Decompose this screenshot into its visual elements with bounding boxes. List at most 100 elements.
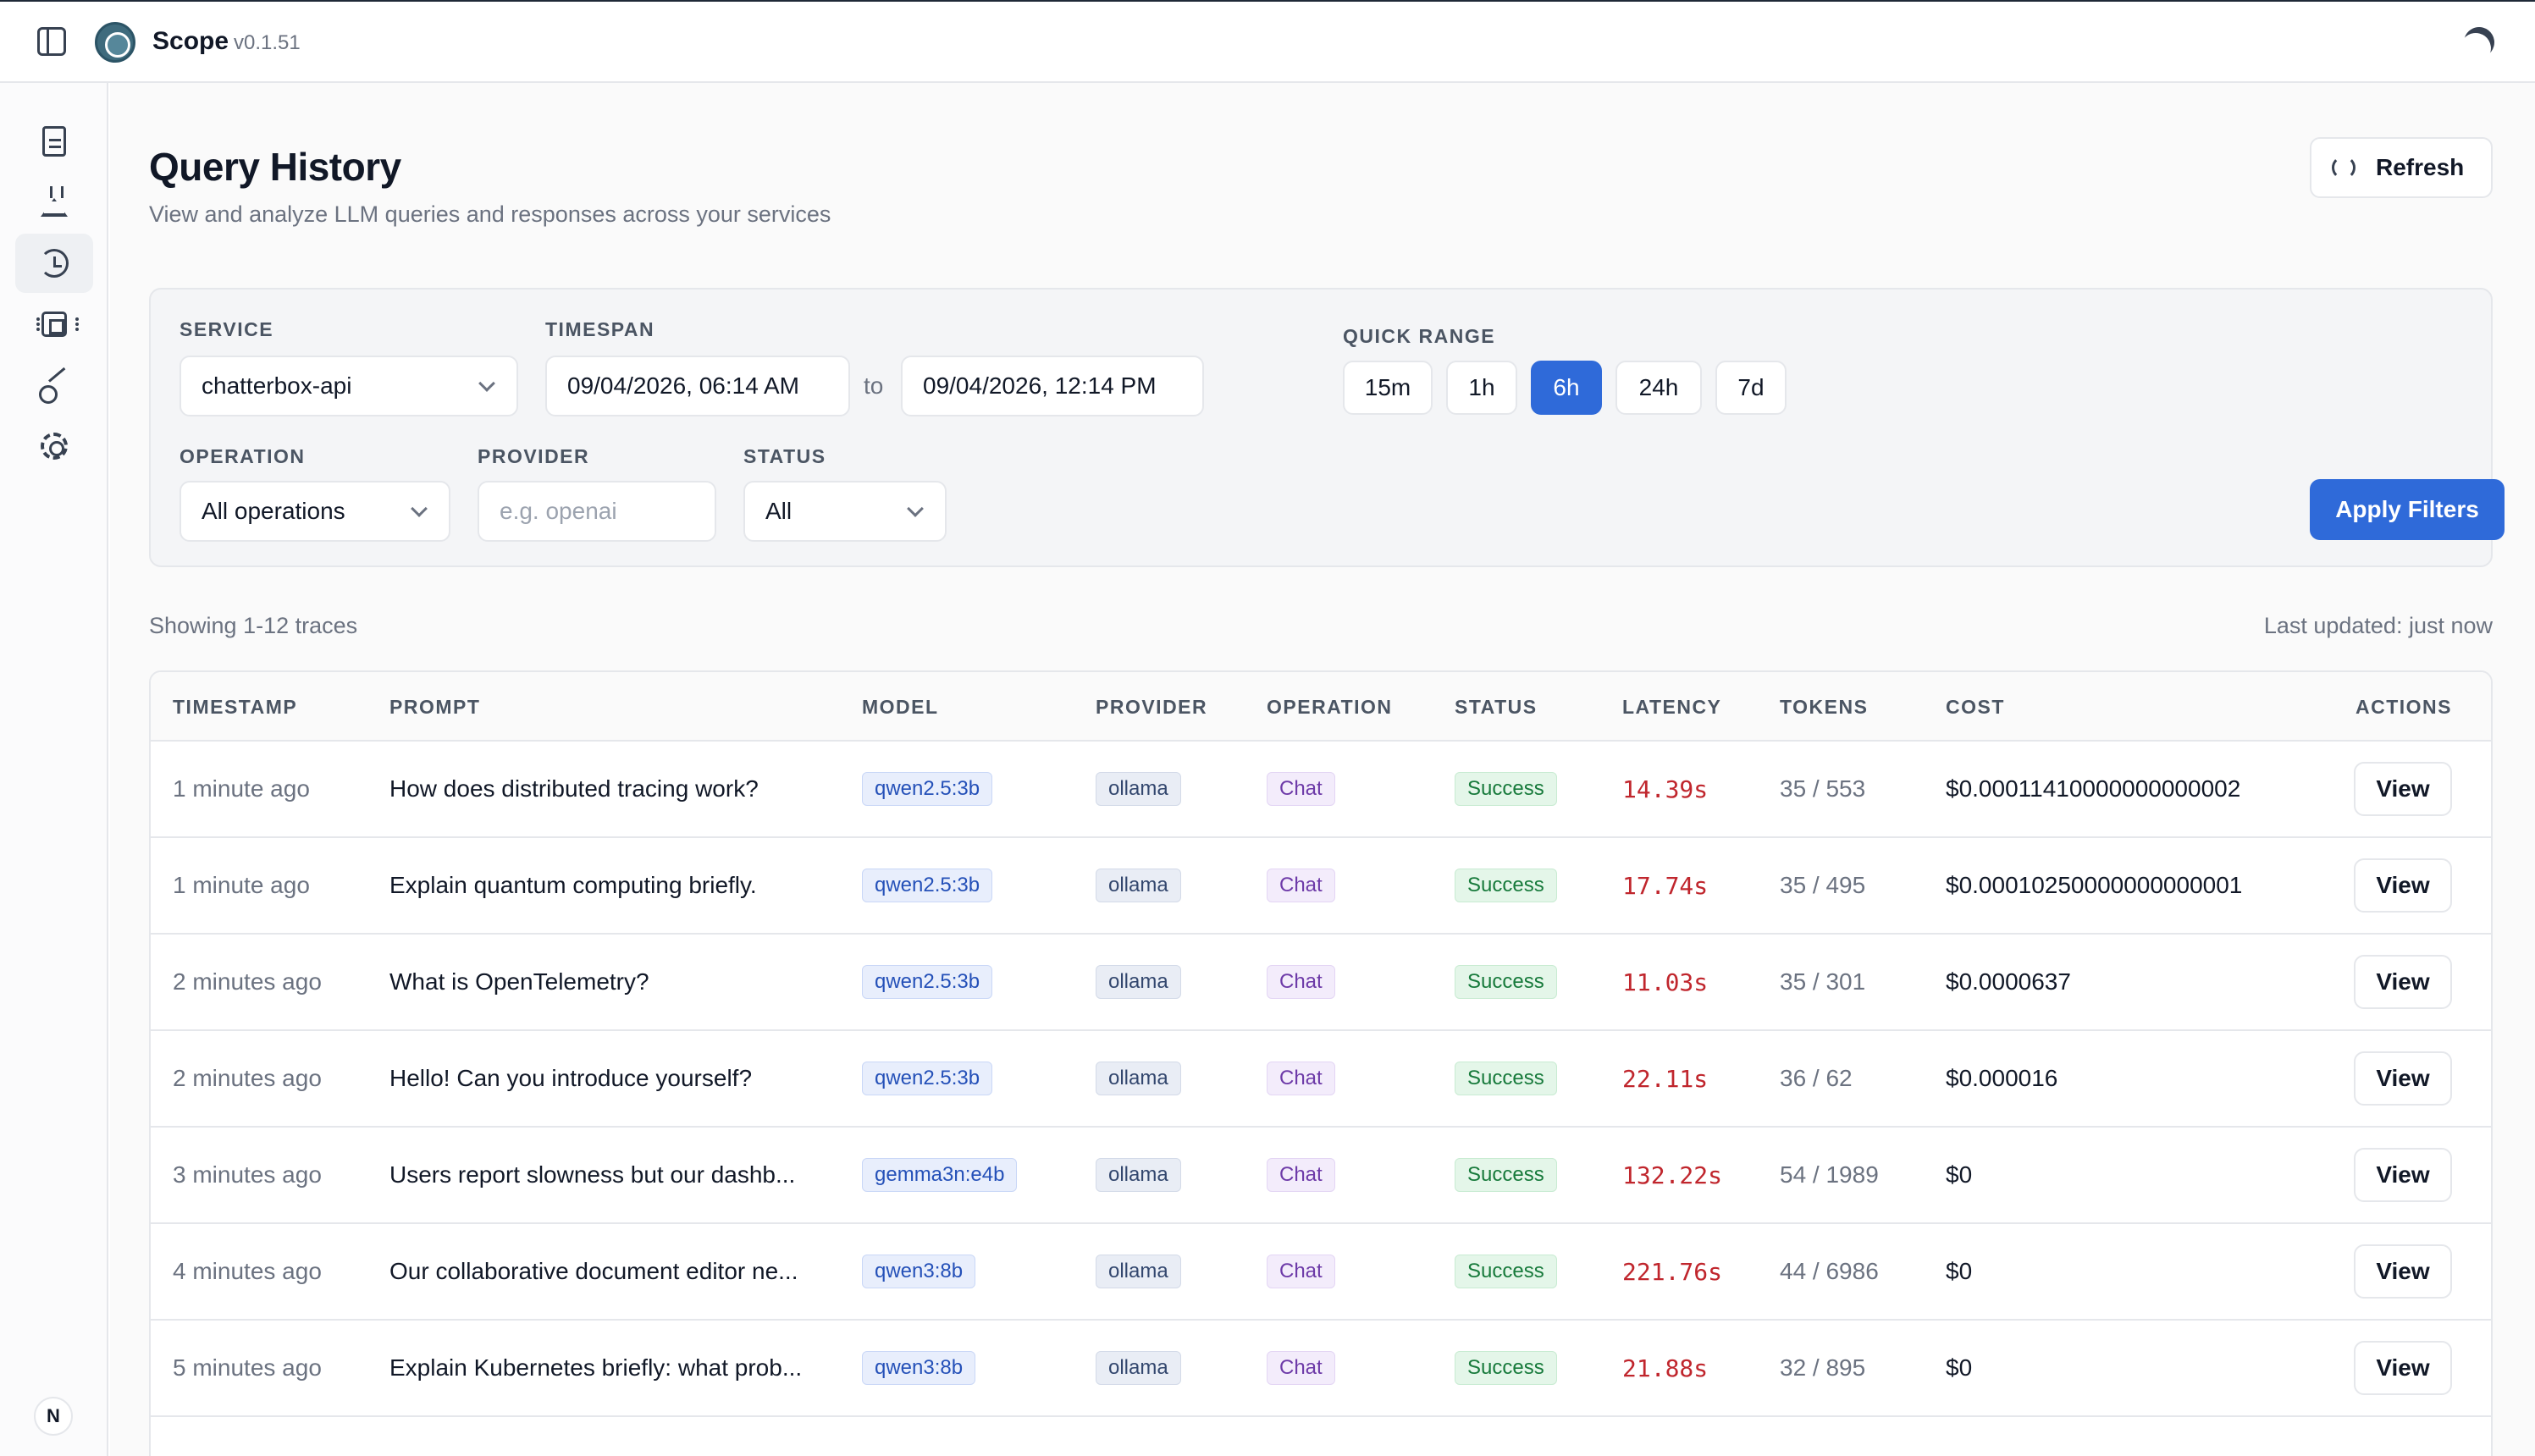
timespan-to-input[interactable]: 09/04/2026, 12:14 PM [901,356,1204,416]
nav-item-keys[interactable] [15,356,93,415]
quick-range-24h-label: 24h [1638,374,1679,400]
nav-item-playground[interactable] [15,173,93,232]
table-row[interactable]: 1 minute ago How does distributed tracing… [151,742,2491,838]
nav-item-history[interactable] [15,234,93,293]
page-subtitle: View and analyze LLM queries and respons… [149,201,831,227]
th-prompt[interactable]: PROMPT [389,696,480,719]
cell-latency: 17.74s [1622,872,1709,900]
table-row[interactable]: 2 minutes ago What is OpenTelemetry? qwen2… [151,935,2491,1031]
table-header: TIMESTAMP PROMPT MODEL PROVIDER OPERATIO… [151,672,2491,742]
status-badge: Success [1455,1158,1557,1192]
th-status[interactable]: STATUS [1455,696,1538,719]
view-button[interactable]: View [2354,1148,2452,1202]
cell-latency: 11.03s [1622,968,1709,996]
top-bar: Scope v0.1.51 [0,2,2535,83]
operation-value: All operations [202,498,345,524]
th-latency[interactable]: LATENCY [1622,696,1721,719]
nav-item-models[interactable] [15,295,93,354]
chevron-down-icon [478,375,495,392]
apply-filters-button[interactable]: Apply Filters [2310,479,2505,540]
nav-rail [0,83,108,1456]
cell-tokens: 44 / 6986 [1780,1258,1879,1284]
refresh-label: Refresh [2376,154,2465,180]
th-model[interactable]: MODEL [862,696,939,719]
model-badge: qwen2.5:3b [862,965,993,999]
timespan-from-input[interactable]: 09/04/2026, 06:14 AM [545,356,850,416]
flask-icon [41,186,68,217]
history-icon [40,249,69,278]
cell-tokens: 35 / 301 [1780,968,1866,995]
quick-range-15m[interactable]: 15m [1343,361,1433,415]
table-row[interactable]: 2 minutes ago Hello! Can you introduce yo… [151,1031,2491,1128]
operation-label: OPERATION [179,445,306,467]
provider-badge: ollama [1096,1255,1181,1288]
avatar[interactable]: N [34,1397,73,1436]
cell-prompt: Hello! Can you introduce yourself? [389,1065,753,1091]
provider-input[interactable]: e.g. openai [478,481,716,542]
cell-prompt: Explain quantum computing briefly. [389,872,757,898]
provider-badge: ollama [1096,1062,1181,1095]
chip-icon [36,312,79,337]
status-select[interactable]: All [743,481,947,542]
status-badge: Success [1455,772,1557,806]
refresh-button[interactable]: Refresh [2310,137,2493,198]
nav-item-settings[interactable] [15,416,93,476]
status-badge: Success [1455,1255,1557,1288]
th-provider[interactable]: PROVIDER [1096,696,1207,719]
quick-range-6h[interactable]: 6h [1531,361,1602,415]
cell-latency: 221.76s [1622,1258,1723,1286]
chevron-down-icon [411,500,428,517]
provider-badge: ollama [1096,1351,1181,1385]
showing-count: Showing 1-12 traces [149,613,358,638]
operation-select[interactable]: All operations [179,481,450,542]
quick-range-24h[interactable]: 24h [1615,361,1702,415]
cell-timestamp: 5 minutes ago [173,1354,322,1381]
operation-badge: Chat [1267,1062,1335,1095]
cell-tokens: 35 / 495 [1780,872,1866,898]
th-timestamp[interactable]: TIMESTAMP [173,696,297,719]
cell-timestamp: 1 minute ago [173,872,310,898]
cell-timestamp: 1 minute ago [173,775,310,802]
th-tokens[interactable]: TOKENS [1780,696,1868,719]
provider-placeholder: e.g. openai [500,498,617,524]
cell-latency: 132.22s [1622,1161,1723,1189]
cell-cost: $0 [1946,1258,1973,1284]
quick-range-15m-label: 15m [1364,374,1411,400]
cell-timestamp: 2 minutes ago [173,1065,322,1091]
nav-item-documents[interactable] [15,112,93,171]
th-operation[interactable]: OPERATION [1267,696,1393,719]
cell-prompt: Explain Kubernetes briefly: what prob... [389,1354,803,1381]
app-version: v0.1.51 [234,31,301,54]
quick-range-1h[interactable]: 1h [1446,361,1517,415]
table-row[interactable]: 4 minutes ago Our collaborative document … [151,1224,2491,1321]
app-window: Scope v0.1.51 N Query History View and a… [0,0,2535,1456]
cell-tokens: 36 / 62 [1780,1065,1853,1091]
operation-badge: Chat [1267,772,1335,806]
view-button[interactable]: View [2354,955,2452,1009]
view-button[interactable]: View [2354,858,2452,913]
view-button[interactable]: View [2354,1341,2452,1395]
quick-range-7d[interactable]: 7d [1715,361,1787,415]
cell-cost: $0.00011410000000000002 [1946,775,2241,802]
th-cost[interactable]: COST [1946,696,2005,719]
status-badge: Success [1455,1351,1557,1385]
provider-label: PROVIDER [478,445,590,467]
view-button[interactable]: View [2354,762,2452,816]
status-badge: Success [1455,965,1557,999]
operation-badge: Chat [1267,965,1335,999]
service-value: chatterbox-api [202,372,352,399]
view-button[interactable]: View [2354,1051,2452,1106]
sidebar-toggle-icon[interactable] [37,27,66,56]
operation-badge: Chat [1267,869,1335,902]
status-label: STATUS [743,445,826,467]
status-badge: Success [1455,869,1557,902]
refresh-icon [2332,156,2356,179]
moon-icon[interactable] [2458,21,2499,63]
view-button[interactable]: View [2354,1244,2452,1299]
main-content: Query History View and analyze LLM queri… [110,83,2535,1456]
table-row[interactable]: 1 minute ago Explain quantum computing br… [151,838,2491,935]
table-row[interactable]: 5 minutes ago Explain Kubernetes briefly:… [151,1321,2491,1417]
service-select[interactable]: chatterbox-api [179,356,518,416]
cell-tokens: 35 / 553 [1780,775,1866,802]
table-row[interactable]: 3 minutes ago Users report slowness but o… [151,1128,2491,1224]
